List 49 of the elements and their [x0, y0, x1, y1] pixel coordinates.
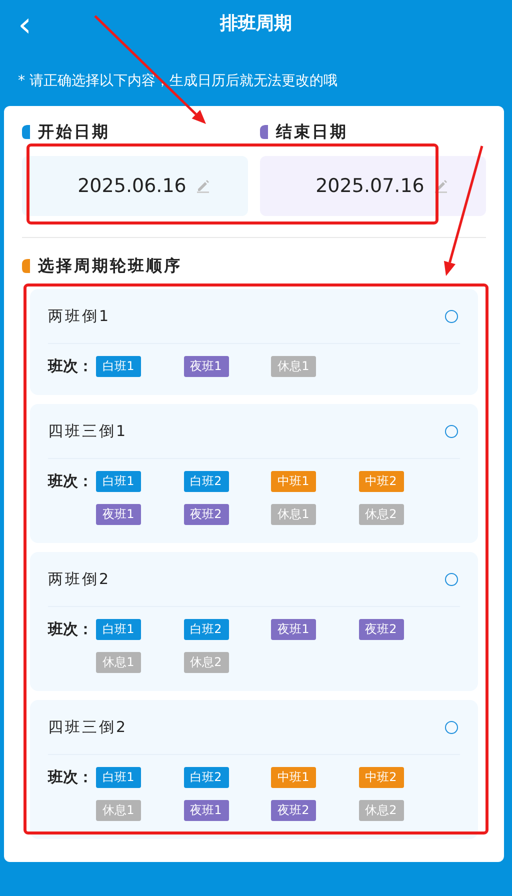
shift-tag: 夜班1 — [184, 356, 228, 377]
radio-button[interactable] — [445, 572, 458, 586]
plan-card[interactable]: 四班三倒2 班次： 白班1 白班2 中班1 中班2 休息1 夜班1 夜班2 休息2 — [30, 700, 478, 839]
shift-tag: 白班2 — [184, 619, 228, 640]
shift-tag: 夜班1 — [271, 619, 316, 640]
shift-tag: 休息2 — [358, 800, 404, 821]
date-label: 结束日期 — [276, 122, 348, 142]
plan-name: 四班三倒1 — [48, 422, 128, 440]
shift-tag: 中班1 — [271, 767, 316, 788]
shift-tag: 休息1 — [96, 800, 141, 821]
date-label: 开始日期 — [38, 122, 110, 142]
plan-card[interactable]: 四班三倒1 班次： 白班1 白班2 中班1 中班2 夜班1 夜班2 休息1 休息2 — [30, 404, 478, 543]
shift-tag: 白班1 — [96, 471, 141, 492]
plan-name: 两班倒1 — [48, 306, 111, 326]
shift-tag: 白班2 — [184, 471, 228, 492]
pencil-icon — [196, 179, 210, 193]
plan-name: 四班三倒2 — [48, 718, 128, 736]
shifts-label: 班次： — [48, 767, 94, 788]
section-title: 选择周期轮班顺序 — [38, 256, 182, 276]
shift-tag: 白班1 — [96, 767, 141, 788]
shift-tag: 休息1 — [96, 652, 141, 673]
shift-tag: 白班1 — [96, 619, 141, 640]
shift-tag: 夜班1 — [96, 504, 141, 525]
date-field[interactable]: 2025.06.16 — [22, 156, 248, 216]
shift-tag: 休息2 — [358, 504, 404, 525]
radio-button[interactable] — [445, 310, 458, 322]
shift-tag: 白班2 — [184, 767, 228, 788]
shifts-label: 班次： — [48, 356, 94, 377]
plan-card[interactable]: 两班倒2 班次： 白班1 白班2 夜班1 夜班2 休息1 休息2 — [30, 552, 478, 691]
date-field[interactable]: 2025.07.16 — [260, 156, 486, 216]
radio-button[interactable] — [445, 424, 458, 438]
shift-tag: 白班1 — [96, 356, 141, 377]
shift-tag: 中班2 — [358, 767, 404, 788]
plan-name: 两班倒2 — [48, 570, 111, 588]
shift-tag: 中班1 — [271, 471, 316, 492]
shift-tag: 中班2 — [358, 471, 404, 492]
shifts-label: 班次： — [48, 619, 94, 640]
shift-tag: 夜班2 — [184, 504, 228, 525]
shift-tag: 休息1 — [271, 504, 316, 525]
shift-tag: 夜班2 — [358, 619, 404, 640]
shift-tag: 休息2 — [184, 652, 228, 673]
plan-card[interactable]: 两班倒1 班次： 白班1 夜班1 休息1 — [30, 289, 478, 395]
shift-tag: 夜班1 — [184, 800, 228, 821]
page-title: 排班周期 — [220, 12, 292, 35]
shift-tag: 夜班2 — [271, 800, 316, 821]
pencil-icon — [434, 179, 448, 193]
shifts-label: 班次： — [48, 471, 94, 492]
shift-tag: 休息1 — [271, 356, 316, 377]
radio-button[interactable] — [445, 720, 458, 734]
